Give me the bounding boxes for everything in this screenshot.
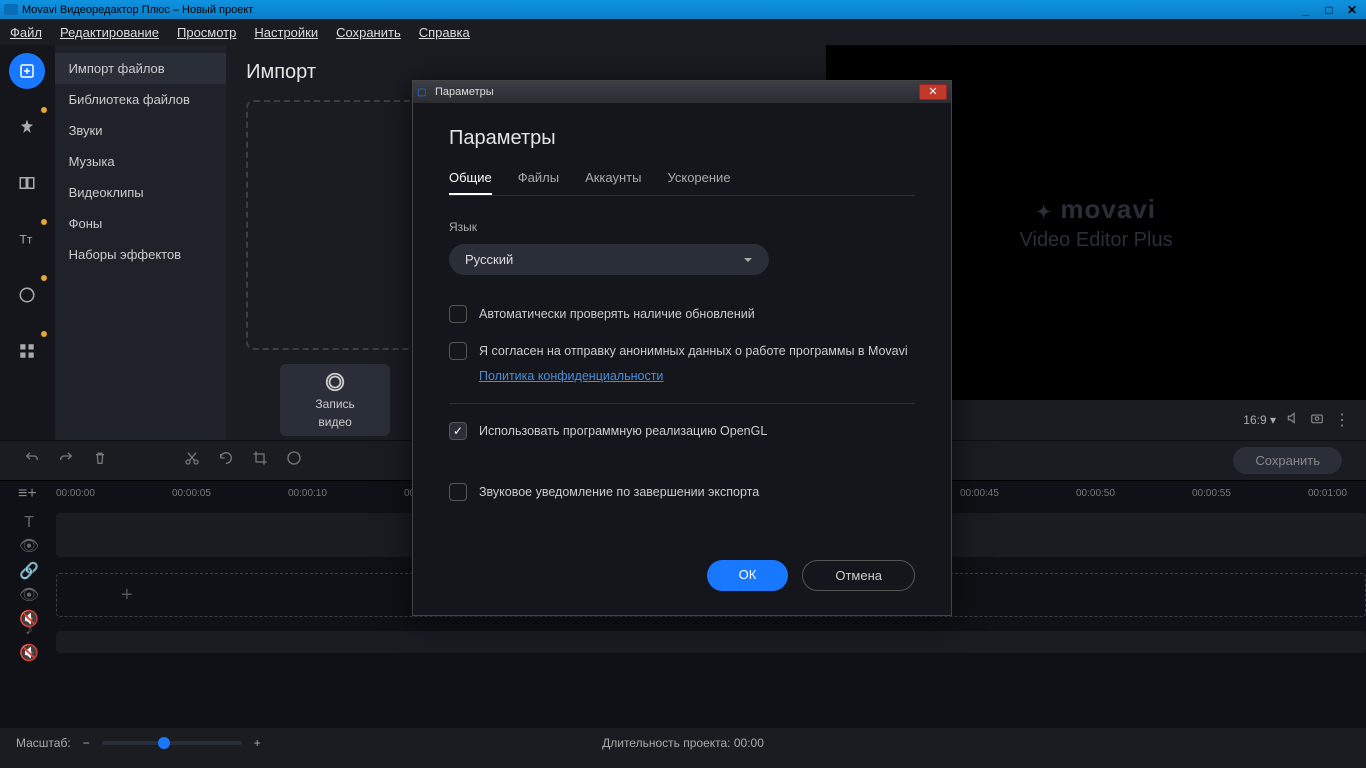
- zoom-in-icon[interactable]: +: [254, 736, 261, 750]
- zoom-out-icon[interactable]: −: [83, 736, 90, 750]
- minimize-button[interactable]: _: [1296, 3, 1316, 17]
- menu-edit[interactable]: Редактирование: [60, 25, 159, 40]
- eye-icon[interactable]: 👁: [19, 536, 39, 556]
- brand-name: movavi: [1060, 194, 1156, 224]
- stickers-tool-icon[interactable]: [9, 277, 45, 313]
- dialog-titlebar[interactable]: ▢ Параметры ✕: [413, 81, 951, 103]
- language-select[interactable]: Русский: [449, 244, 769, 275]
- tab-general[interactable]: Общие: [449, 170, 492, 195]
- camera-icon: [324, 371, 346, 393]
- window-controls: _ □ ✕: [1296, 3, 1362, 17]
- privacy-policy-link[interactable]: Политика конфиденциальности: [479, 367, 663, 386]
- dialog-close-button[interactable]: ✕: [919, 84, 947, 100]
- volume-icon[interactable]: [1286, 411, 1300, 430]
- close-button[interactable]: ✕: [1342, 3, 1362, 17]
- sidebar-item-videoclips[interactable]: Видеоклипы: [55, 177, 227, 208]
- tab-accounts[interactable]: Аккаунты: [585, 170, 641, 195]
- undo-icon[interactable]: [24, 450, 40, 471]
- tab-files[interactable]: Файлы: [518, 170, 559, 195]
- dialog-tabs: Общие Файлы Аккаунты Ускорение: [449, 170, 915, 196]
- redo-icon[interactable]: [58, 450, 74, 471]
- checkbox-updates-label: Автоматически проверять наличие обновлен…: [479, 305, 755, 324]
- preview-placeholder: ✦ movavi Video Editor Plus: [1020, 194, 1173, 252]
- zoom-label: Масштаб:: [16, 736, 71, 750]
- chevron-down-icon: [743, 255, 753, 265]
- music-icon: ♪: [25, 621, 33, 639]
- link-icon[interactable]: 🔗: [19, 561, 39, 581]
- checkbox-anonymous-data[interactable]: [449, 342, 467, 360]
- app-icon: [4, 4, 18, 15]
- sidebar-item-backgrounds[interactable]: Фоны: [55, 208, 227, 239]
- text-track-icon: T: [24, 514, 34, 532]
- cancel-button[interactable]: Отмена: [802, 560, 915, 591]
- add-track-icon[interactable]: ≡+: [18, 485, 37, 503]
- checkbox-opengl-label: Использовать программную реализацию Open…: [479, 422, 767, 441]
- audio-track[interactable]: ♪🔇: [8, 625, 1366, 659]
- zoom-slider[interactable]: [102, 741, 242, 745]
- ok-button[interactable]: ОК: [707, 560, 789, 591]
- record-video-card[interactable]: Запись видео: [280, 364, 390, 436]
- checkbox-opengl[interactable]: [449, 422, 467, 440]
- window-titlebar: Movavi Видеоредактор Плюс – Новый проект…: [0, 0, 1366, 19]
- crop-icon[interactable]: [252, 450, 268, 471]
- menu-view[interactable]: Просмотр: [177, 25, 236, 40]
- sidebar-item-sounds[interactable]: Звуки: [55, 115, 227, 146]
- menu-bar: Файл Редактирование Просмотр Настройки С…: [0, 19, 1366, 45]
- record-label-1: Запись: [315, 397, 354, 411]
- menu-save[interactable]: Сохранить: [336, 25, 401, 40]
- tool-sidebar: Tт: [0, 45, 55, 440]
- aspect-ratio[interactable]: 16:9 ▾: [1243, 413, 1276, 427]
- cut-icon[interactable]: [184, 450, 200, 471]
- menu-help[interactable]: Справка: [419, 25, 470, 40]
- duration-label: Длительность проекта:: [602, 736, 730, 750]
- category-list: Импорт файлов Библиотека файлов Звуки Му…: [55, 45, 227, 440]
- checkbox-updates[interactable]: [449, 305, 467, 323]
- more-tool-icon[interactable]: [9, 333, 45, 369]
- record-label-2: видео: [318, 415, 351, 429]
- sidebar-item-file-library[interactable]: Библиотека файлов: [55, 84, 227, 115]
- more-icon[interactable]: ⋮: [1334, 410, 1350, 430]
- settings-dialog: ▢ Параметры ✕ Параметры Общие Файлы Акка…: [412, 80, 952, 616]
- dialog-icon: ▢: [417, 87, 431, 98]
- sidebar-item-music[interactable]: Музыка: [55, 146, 227, 177]
- color-icon[interactable]: [286, 450, 302, 471]
- svg-text:Tт: Tт: [20, 233, 33, 247]
- effects-tool-icon[interactable]: [9, 109, 45, 145]
- status-bar: Масштаб: − + Длительность проекта: 00:00: [0, 728, 1366, 758]
- titles-tool-icon[interactable]: Tт: [9, 221, 45, 257]
- import-tool-icon[interactable]: [9, 53, 45, 89]
- checkbox-sound-label: Звуковое уведомление по завершении экспо…: [479, 483, 759, 502]
- sidebar-item-import-files[interactable]: Импорт файлов: [55, 53, 227, 84]
- language-label: Язык: [449, 220, 915, 234]
- menu-file[interactable]: Файл: [10, 25, 42, 40]
- duration-value: 00:00: [734, 736, 764, 750]
- save-button[interactable]: Сохранить: [1233, 447, 1342, 474]
- menu-settings[interactable]: Настройки: [254, 25, 318, 40]
- maximize-button[interactable]: □: [1319, 3, 1339, 17]
- mute-icon[interactable]: 🔇: [19, 643, 39, 663]
- rotate-icon[interactable]: [218, 450, 234, 471]
- dialog-window-title: Параметры: [435, 86, 494, 98]
- brand-subtitle: Video Editor Plus: [1020, 229, 1173, 252]
- checkbox-anon-label: Я согласен на отправку анонимных данных …: [479, 344, 908, 358]
- delete-icon[interactable]: [92, 450, 108, 471]
- snapshot-icon[interactable]: [1310, 411, 1324, 430]
- eye-icon[interactable]: 👁: [19, 585, 39, 605]
- dialog-heading: Параметры: [449, 127, 915, 150]
- sidebar-item-effect-packs[interactable]: Наборы эффектов: [55, 239, 227, 270]
- tab-acceleration[interactable]: Ускорение: [667, 170, 730, 195]
- checkbox-export-sound[interactable]: [449, 483, 467, 501]
- window-title: Movavi Видеоредактор Плюс – Новый проект: [22, 4, 253, 16]
- divider: [449, 403, 915, 404]
- language-value: Русский: [465, 252, 513, 267]
- transitions-tool-icon[interactable]: [9, 165, 45, 201]
